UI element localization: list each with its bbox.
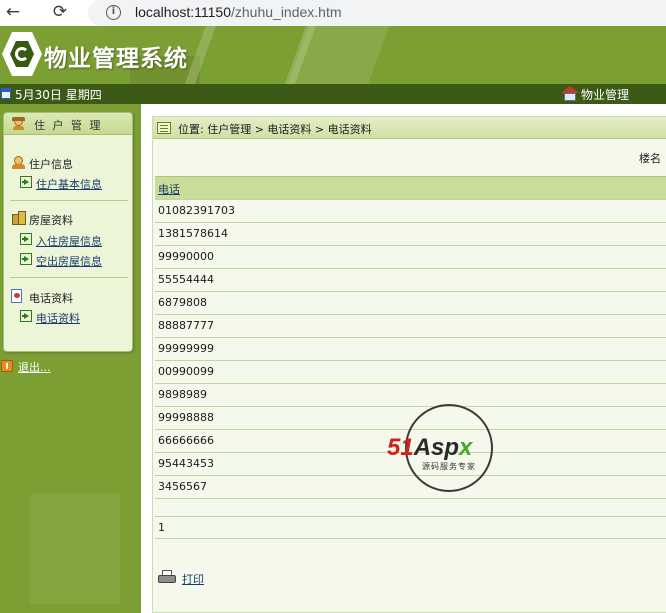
watermark-subtitle: 源码服务专家 [422, 462, 476, 471]
phone-cell: 6879808 [158, 296, 207, 309]
phone-cell: 01082391703 [158, 204, 235, 217]
arrow-right-icon [20, 233, 32, 245]
table-row: 6879808 [155, 291, 666, 314]
sidebar-item-label[interactable]: 空出房屋信息 [36, 253, 102, 269]
print-label[interactable]: 打印 [182, 571, 204, 587]
home-icon[interactable] [561, 86, 579, 102]
table-row: 01082391703 [155, 199, 666, 222]
table-row: 1381578614 [155, 222, 666, 245]
panel-title: 住 户 管 理 [34, 119, 103, 132]
table-row: 99999999 [155, 337, 666, 360]
divider [10, 200, 128, 201]
browser-toolbar: ← ⟳ i localhost:11150/zhuhu_index.htm [0, 0, 666, 26]
phone-cell: 95443453 [158, 457, 214, 470]
phone-cell: 99990000 [158, 250, 214, 263]
phone-cell: 00990099 [158, 365, 214, 378]
table-row: 99990000 [155, 245, 666, 268]
resident-menu-panel: 住 户 管 理 住户信息 住户基本信息 房屋资料 入住房屋信息 空出房屋信息 电… [3, 112, 133, 352]
phone-cell: 9898989 [158, 388, 207, 401]
phone-cell: 66666666 [158, 434, 214, 447]
app-title: 物业管理系统 [44, 46, 188, 72]
logout-icon[interactable] [1, 360, 13, 372]
main-content: 位置: 住户管理 > 电话资料 > 电话资料 楼名 电话 01082391703… [141, 104, 666, 613]
app-logo-icon [2, 32, 42, 76]
app-header: 物业管理系统 [0, 26, 666, 84]
group-title-phone: 电话资料 [29, 292, 73, 305]
site-info-icon[interactable]: i [106, 5, 121, 20]
column-header-phone[interactable]: 电话 [158, 181, 180, 197]
home-link[interactable]: 物业管理 [581, 86, 629, 103]
resident-icon [12, 117, 25, 130]
phone-cell: 99999999 [158, 342, 214, 355]
table-row: 9898989 [155, 383, 666, 406]
url-text[interactable]: localhost:11150/zhuhu_index.htm [135, 4, 342, 20]
content-frame: 位置: 住户管理 > 电话资料 > 电话资料 楼名 电话 01082391703… [152, 116, 666, 613]
url-host: localhost:11150 [135, 4, 231, 20]
back-arrow-icon[interactable]: ← [3, 2, 23, 22]
sidebar-item-label[interactable]: 入住房屋信息 [36, 233, 102, 249]
arrow-right-icon [20, 176, 32, 188]
breadcrumb: 位置: 住户管理 > 电话资料 > 电话资料 [178, 123, 372, 136]
phone-cell: 3456567 [158, 480, 207, 493]
arrow-right-icon [20, 310, 32, 322]
divider [10, 277, 128, 278]
list-icon [157, 122, 171, 134]
group-title-housing: 房屋资料 [29, 214, 73, 227]
table-row [155, 498, 666, 516]
panel-header: 住 户 管 理 [4, 113, 132, 135]
phone-list-icon [11, 289, 25, 303]
table-header-row: 电话 [155, 176, 666, 199]
resident-info-icon [12, 156, 26, 170]
pager-row: 1 [155, 516, 666, 539]
breadcrumb-bar: 位置: 住户管理 > 电话资料 > 电话资料 [153, 117, 666, 139]
sidebar-item-label[interactable]: 住户基本信息 [36, 176, 102, 192]
phone-cell: 1381578614 [158, 227, 228, 240]
status-bar: 5月30日 星期四 物业管理 [0, 84, 666, 104]
reload-icon[interactable]: ⟳ [50, 2, 70, 22]
table-row: 00990099 [155, 360, 666, 383]
watermark-brand: 51Aspx [387, 434, 473, 461]
table-row: 88887777 [155, 314, 666, 337]
url-path: /zhuhu_index.htm [231, 4, 342, 20]
watermark-logo: 51Aspx 源码服务专家 [387, 404, 511, 496]
printer-icon[interactable] [158, 570, 176, 586]
phone-cell: 55554444 [158, 273, 214, 286]
phone-cell: 99998888 [158, 411, 214, 424]
building-icon [12, 211, 26, 225]
logout-label[interactable]: 退出... [18, 359, 51, 375]
arrow-right-icon [20, 253, 32, 265]
current-date: 5月30日 星期四 [15, 88, 102, 102]
group-title-resident-info: 住户信息 [29, 158, 73, 171]
table-row: 55554444 [155, 268, 666, 291]
page-number[interactable]: 1 [158, 521, 165, 534]
building-name-label: 楼名 [639, 152, 661, 165]
calendar-icon [1, 88, 11, 99]
sidebar-item-label[interactable]: 电话资料 [36, 310, 80, 326]
phone-cell: 88887777 [158, 319, 214, 332]
